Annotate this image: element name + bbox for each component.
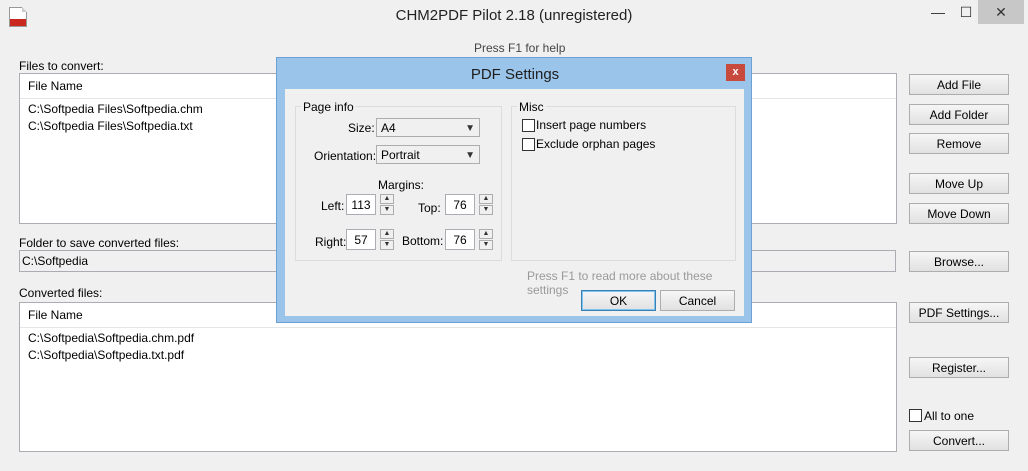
spin-up-icon[interactable]: ▲ <box>479 229 493 239</box>
converted-files-label: Converted files: <box>19 286 103 300</box>
chevron-down-icon: ▼ <box>465 123 475 134</box>
top-margin-input[interactable]: 76 <box>445 194 475 215</box>
window-title: CHM2PDF Pilot 2.18 (unregistered) <box>395 7 633 24</box>
right-margin-spinner[interactable]: ▲ ▼ <box>380 229 394 250</box>
spin-up-icon[interactable]: ▲ <box>479 194 493 204</box>
chevron-down-icon: ▼ <box>465 150 475 161</box>
folder-label: Folder to save converted files: <box>19 236 180 250</box>
insert-page-numbers-checkbox[interactable] <box>522 119 535 132</box>
list-item[interactable]: C:\Softpedia\Softpedia.chm.pdf <box>20 330 896 347</box>
size-label: Size: <box>348 121 375 135</box>
size-value: A4 <box>381 121 396 135</box>
right-margin-input[interactable]: 57 <box>346 229 376 250</box>
list-item[interactable]: C:\Softpedia\Softpedia.txt.pdf <box>20 347 896 364</box>
converted-files-list[interactable]: File Name C:\Softpedia\Softpedia.chm.pdf… <box>19 302 897 452</box>
title-bar: CHM2PDF Pilot 2.18 (unregistered) — ☐ ✕ <box>0 0 1028 32</box>
exclude-orphan-pages-checkbox[interactable] <box>522 138 535 151</box>
top-label: Top: <box>418 201 441 215</box>
close-button[interactable]: ✕ <box>978 0 1024 24</box>
right-label: Right: <box>315 235 347 249</box>
move-up-button[interactable]: Move Up <box>909 173 1009 194</box>
spin-up-icon[interactable]: ▲ <box>380 194 394 204</box>
ok-button[interactable]: OK <box>581 290 656 311</box>
register-button[interactable]: Register... <box>909 357 1009 378</box>
cancel-button[interactable]: Cancel <box>660 290 735 311</box>
convert-button[interactable]: Convert... <box>909 430 1009 451</box>
spin-down-icon[interactable]: ▼ <box>479 240 493 250</box>
spin-up-icon[interactable]: ▲ <box>380 229 394 239</box>
dialog-close-button[interactable]: x <box>726 64 745 81</box>
move-down-button[interactable]: Move Down <box>909 203 1009 224</box>
bottom-margin-input[interactable]: 76 <box>445 229 475 250</box>
spin-down-icon[interactable]: ▼ <box>380 205 394 215</box>
pdf-settings-button[interactable]: PDF Settings... <box>909 302 1009 323</box>
bottom-margin-spinner[interactable]: ▲ ▼ <box>479 229 493 250</box>
files-to-convert-label: Files to convert: <box>19 59 104 73</box>
misc-title: Misc <box>517 100 546 114</box>
top-margin-spinner[interactable]: ▲ ▼ <box>479 194 493 215</box>
spin-down-icon[interactable]: ▼ <box>479 205 493 215</box>
help-hint: Press F1 for help <box>474 41 566 55</box>
browse-button[interactable]: Browse... <box>909 251 1009 272</box>
dialog-body: Page info Size: A4 ▼ Orientation: Portra… <box>285 89 744 316</box>
add-folder-button[interactable]: Add Folder <box>909 104 1009 125</box>
insert-page-numbers-label: Insert page numbers <box>536 118 647 132</box>
add-file-button[interactable]: Add File <box>909 74 1009 95</box>
dialog-title: PDF Settings <box>470 66 560 83</box>
bottom-label: Bottom: <box>402 234 444 248</box>
orientation-label: Orientation: <box>314 149 377 163</box>
page-info-title: Page info <box>301 100 356 114</box>
left-margin-input[interactable]: 113 <box>346 194 376 215</box>
spin-down-icon[interactable]: ▼ <box>380 240 394 250</box>
all-to-one-label: All to one <box>924 409 975 423</box>
all-to-one-checkbox[interactable] <box>909 409 922 422</box>
orientation-value: Portrait <box>381 148 420 162</box>
orientation-select[interactable]: Portrait ▼ <box>376 145 480 164</box>
left-label: Left: <box>321 199 345 213</box>
margins-label: Margins: <box>378 178 425 192</box>
remove-button[interactable]: Remove <box>909 133 1009 154</box>
exclude-orphan-pages-label: Exclude orphan pages <box>536 137 656 151</box>
left-margin-spinner[interactable]: ▲ ▼ <box>380 194 394 215</box>
size-select[interactable]: A4 ▼ <box>376 118 480 137</box>
pdf-settings-dialog: PDF Settings x Page info Size: A4 ▼ Orie… <box>276 57 752 323</box>
